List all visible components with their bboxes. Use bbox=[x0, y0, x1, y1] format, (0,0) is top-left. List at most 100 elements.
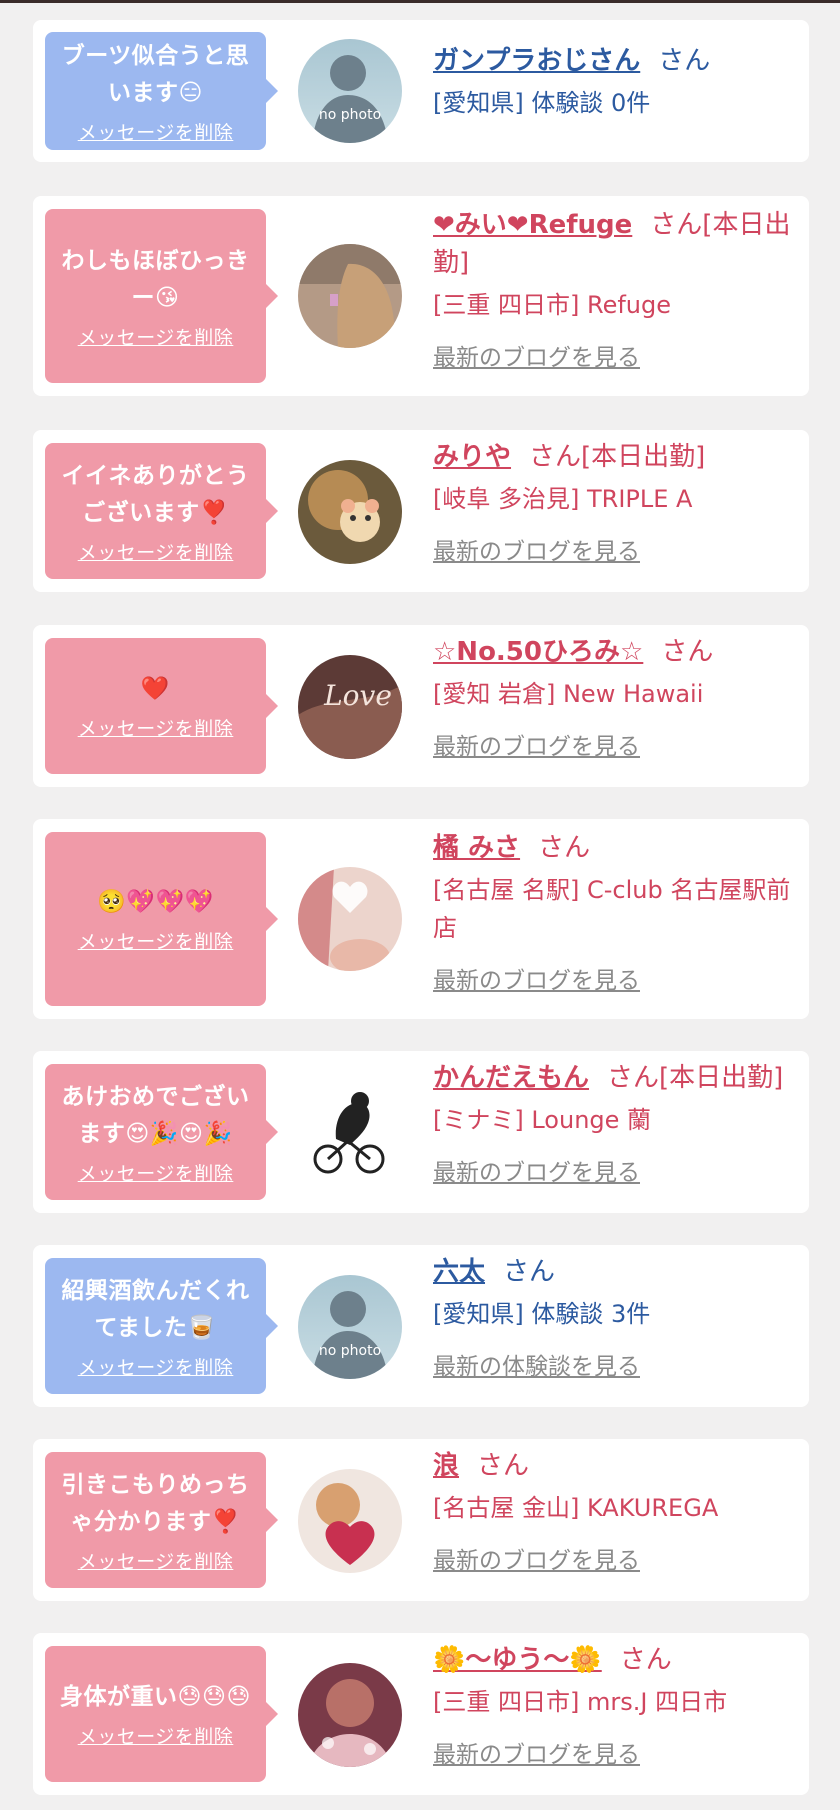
profile-location: [ミナミ] Lounge 蘭 bbox=[433, 1106, 652, 1134]
name-suffix: さん bbox=[619, 1645, 672, 1675]
message-card: 紹興酒飲んだくれてました🥃 メッセージを削除 no photo 六太 さん [愛知… bbox=[33, 1245, 809, 1407]
name-suffix: さん bbox=[658, 46, 711, 76]
avatar[interactable]: no photo bbox=[298, 1275, 402, 1379]
name-suffix: さん[本日出勤] bbox=[529, 442, 706, 472]
message-text: 身体が重い😓😓😓 bbox=[60, 1684, 251, 1710]
profile-photo-icon bbox=[298, 1663, 402, 1767]
profile-photo-icon bbox=[298, 460, 402, 564]
delete-message-link[interactable]: メッセージを削除 bbox=[78, 1159, 234, 1186]
no-photo-avatar-icon: no photo bbox=[298, 1275, 402, 1379]
message-bubble: 🥺💖💖💖 メッセージを削除 bbox=[45, 832, 278, 1006]
latest-blog-link[interactable]: 最新のブログを見る bbox=[433, 1153, 803, 1187]
profile-info: みりや さん[本日出勤] [岐阜 多治見] TRIPLE A 最新のブログを見る bbox=[433, 438, 803, 566]
name-suffix: さん bbox=[477, 1451, 530, 1481]
message-text: 紹興酒飲んだくれてました🥃 bbox=[61, 1277, 250, 1341]
message-bubble: イイネありがとうございます❣️ メッセージを削除 bbox=[45, 443, 278, 579]
name-suffix: さん[本日出勤] bbox=[607, 1063, 784, 1093]
profile-info: 橘 みさ さん [名古屋 名駅] C-club 名古屋駅前店 最新のブログを見る bbox=[433, 829, 803, 995]
latest-review-link[interactable]: 最新の体験談を見る bbox=[433, 1347, 803, 1381]
message-text: ブーツ似合うと思います😑 bbox=[61, 42, 250, 106]
profile-name-link[interactable]: ガンプラおじさん bbox=[433, 46, 640, 76]
profile-photo-icon bbox=[298, 1469, 402, 1573]
profile-name-link[interactable]: かんだえもん bbox=[433, 1063, 589, 1093]
message-bubble: あけおめでございます😍🎉😍🎉 メッセージを削除 bbox=[45, 1064, 278, 1200]
avatar[interactable] bbox=[298, 244, 402, 348]
latest-blog-link[interactable]: 最新のブログを見る bbox=[433, 961, 803, 995]
avatar[interactable] bbox=[298, 1469, 402, 1573]
profile-info: ガンプラおじさん さん [愛知県] 体験談 0件 bbox=[433, 42, 803, 122]
message-card: あけおめでございます😍🎉😍🎉 メッセージを削除 かんだえもん さん[本日出勤] [… bbox=[33, 1051, 809, 1213]
delete-message-link[interactable]: メッセージを削除 bbox=[78, 1722, 234, 1749]
avatar[interactable] bbox=[298, 867, 402, 971]
message-card: 身体が重い😓😓😓 メッセージを削除 🌼〜ゆう〜🌼 さん [三重 四日市] mrs.… bbox=[33, 1633, 809, 1795]
profile-location: [岐阜 多治見] TRIPLE A bbox=[433, 485, 693, 513]
profile-name-link[interactable]: ☆No.50ひろみ☆ bbox=[433, 637, 643, 667]
profile-name-link[interactable]: 浪 bbox=[433, 1451, 459, 1481]
latest-blog-link[interactable]: 最新のブログを見る bbox=[433, 1541, 803, 1575]
profile-location: [三重 四日市] Refuge bbox=[433, 291, 672, 319]
delete-message-link[interactable]: メッセージを削除 bbox=[78, 1353, 234, 1380]
profile-name-link[interactable]: 🌼〜ゆう〜🌼 bbox=[433, 1645, 602, 1675]
profile-location: [愛知県] 体験談 0件 bbox=[433, 89, 651, 117]
profile-name-link[interactable]: 橘 みさ bbox=[433, 833, 520, 863]
svg-text:no photo: no photo bbox=[319, 107, 381, 123]
name-suffix: さん bbox=[503, 1257, 556, 1287]
message-text: わしもほぼひっきー😘 bbox=[61, 247, 250, 311]
avatar[interactable] bbox=[298, 460, 402, 564]
bear-on-bicycle-icon bbox=[298, 1081, 402, 1185]
delete-message-link[interactable]: メッセージを削除 bbox=[78, 538, 234, 565]
avatar[interactable] bbox=[298, 1663, 402, 1767]
latest-blog-link[interactable]: 最新のブログを見る bbox=[433, 532, 803, 566]
profile-location: [名古屋 金山] KAKUREGA bbox=[433, 1494, 719, 1522]
avatar[interactable]: Love bbox=[298, 655, 402, 759]
profile-photo-icon bbox=[298, 244, 402, 348]
message-card: ブーツ似合うと思います😑 メッセージを削除 no photo ガンプラおじさんさ… bbox=[33, 20, 809, 162]
message-bubble: 紹興酒飲んだくれてました🥃 メッセージを削除 bbox=[45, 1258, 278, 1394]
profile-name-link[interactable]: みりや bbox=[433, 442, 511, 472]
profile-location: [愛知 岩倉] New Hawaii bbox=[433, 680, 704, 708]
delete-message-link[interactable]: メッセージを削除 bbox=[78, 118, 234, 145]
latest-blog-link[interactable]: 最新のブログを見る bbox=[433, 1735, 803, 1769]
profile-location: [三重 四日市] mrs.J 四日市 bbox=[433, 1688, 728, 1716]
profile-photo-icon: Love bbox=[298, 655, 402, 759]
message-text: あけおめでございます😍🎉😍🎉 bbox=[61, 1083, 250, 1147]
delete-message-link[interactable]: メッセージを削除 bbox=[78, 927, 234, 954]
latest-blog-link[interactable]: 最新のブログを見る bbox=[433, 338, 803, 372]
message-card: イイネありがとうございます❣️ メッセージを削除 みりや さん[本日出勤] [岐阜… bbox=[33, 430, 809, 592]
message-card: ❤️ メッセージを削除 Love ☆No.50ひろみ☆ さん [愛知 岩倉] Ne… bbox=[33, 625, 809, 787]
name-suffix: さん bbox=[661, 637, 714, 667]
message-text: 引きこもりめっちゃ分かります❣️ bbox=[61, 1471, 250, 1535]
profile-info: 🌼〜ゆう〜🌼 さん [三重 四日市] mrs.J 四日市 最新のブログを見る bbox=[433, 1641, 803, 1769]
message-card: 引きこもりめっちゃ分かります❣️ メッセージを削除 浪さん [名古屋 金山] K… bbox=[33, 1439, 809, 1601]
message-bubble: ブーツ似合うと思います😑 メッセージを削除 bbox=[45, 32, 278, 150]
profile-photo-icon bbox=[298, 867, 402, 971]
message-text: 🥺💖💖💖 bbox=[97, 889, 214, 915]
profile-info: 六太 さん [愛知県] 体験談 3件 最新の体験談を見る bbox=[433, 1253, 803, 1381]
message-text: ❤️ bbox=[140, 676, 171, 702]
profile-location: [名古屋 名駅] C-club 名古屋駅前店 bbox=[433, 876, 791, 942]
avatar[interactable] bbox=[298, 1081, 402, 1185]
svg-text:Love: Love bbox=[323, 679, 392, 712]
profile-info: ❤みい❤Refuge さん[本日出勤] [三重 四日市] Refuge 最新のブロ… bbox=[433, 206, 803, 372]
avatar[interactable]: no photo bbox=[298, 39, 402, 143]
latest-blog-link[interactable]: 最新のブログを見る bbox=[433, 727, 803, 761]
message-bubble: 身体が重い😓😓😓 メッセージを削除 bbox=[45, 1646, 278, 1782]
message-card: 🥺💖💖💖 メッセージを削除 橘 みさ さん [名古屋 名駅] C-club 名古屋… bbox=[33, 819, 809, 1019]
delete-message-link[interactable]: メッセージを削除 bbox=[78, 1547, 234, 1574]
profile-name-link[interactable]: ❤みい❤Refuge bbox=[433, 210, 632, 240]
svg-text:no photo: no photo bbox=[319, 1343, 381, 1359]
profile-info: 浪さん [名古屋 金山] KAKUREGA 最新のブログを見る bbox=[433, 1447, 803, 1575]
message-bubble: ❤️ メッセージを削除 bbox=[45, 638, 278, 774]
delete-message-link[interactable]: メッセージを削除 bbox=[78, 714, 234, 741]
no-photo-avatar-icon: no photo bbox=[298, 39, 402, 143]
profile-info: かんだえもん さん[本日出勤] [ミナミ] Lounge 蘭 最新のブログを見る bbox=[433, 1059, 803, 1187]
message-bubble: わしもほぼひっきー😘 メッセージを削除 bbox=[45, 209, 278, 383]
message-list: ブーツ似合うと思います😑 メッセージを削除 no photo ガンプラおじさんさ… bbox=[0, 0, 840, 1810]
profile-info: ☆No.50ひろみ☆ さん [愛知 岩倉] New Hawaii 最新のブログを見… bbox=[433, 633, 803, 761]
message-bubble: 引きこもりめっちゃ分かります❣️ メッセージを削除 bbox=[45, 1452, 278, 1588]
delete-message-link[interactable]: メッセージを削除 bbox=[78, 323, 234, 350]
name-suffix: さん bbox=[538, 833, 591, 863]
profile-location: [愛知県] 体験談 3件 bbox=[433, 1300, 651, 1328]
profile-name-link[interactable]: 六太 bbox=[433, 1257, 485, 1287]
message-card: わしもほぼひっきー😘 メッセージを削除 ❤みい❤Refuge さん[本日出勤] [… bbox=[33, 196, 809, 396]
